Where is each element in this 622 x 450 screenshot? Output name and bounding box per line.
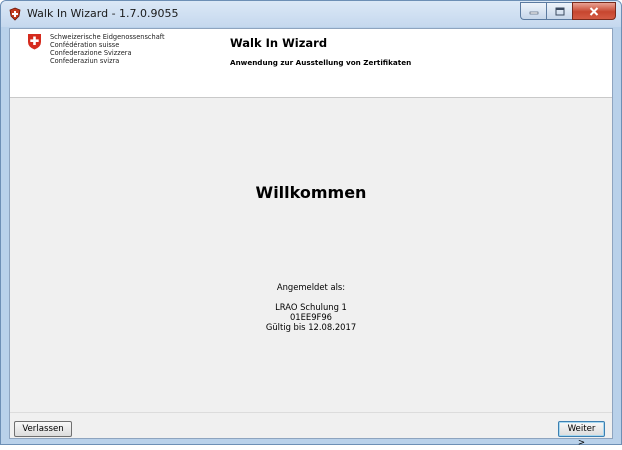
confederation-line-it: Confederazione Svizzera: [50, 49, 132, 57]
confederation-line-rm: Confederaziun svizra: [50, 57, 120, 65]
maximize-icon: [555, 7, 564, 15]
app-title: Walk In Wizard: [230, 36, 328, 50]
wizard-header: Schweizerische Eidgenossenschaft Confédé…: [10, 29, 612, 98]
footer-divider: [10, 412, 612, 413]
user-name: LRAO Schulung 1: [275, 302, 347, 312]
minimize-icon: [529, 11, 538, 15]
valid-until: Gültig bis 12.08.2017: [265, 322, 357, 332]
title-bar[interactable]: Walk In Wizard - 1.7.0.9055: [1, 1, 621, 27]
user-id: 01EE9F96: [289, 312, 333, 322]
minimize-button[interactable]: [520, 2, 546, 20]
confederation-line-fr: Confédération suisse: [50, 41, 120, 49]
window-controls: [520, 2, 616, 20]
confederation-line-de: Schweizerische Eidgenossenschaft: [50, 33, 165, 41]
window-title: Walk In Wizard - 1.7.0.9055: [27, 7, 179, 20]
next-button[interactable]: Weiter >: [558, 421, 605, 448]
swiss-flag-icon: [28, 34, 41, 50]
wizard-client-area: Schweizerische Eidgenossenschaft Confédé…: [9, 28, 613, 448]
app-window: Walk In Wizard - 1.7.0.9055 Schweizerisc…: [0, 0, 622, 448]
app-subtitle: Anwendung zur Ausstellung von Zertifikat…: [230, 58, 412, 67]
welcome-heading: Willkommen: [255, 183, 367, 202]
confederation-text: Schweizerische Eidgenossenschaft Confédé…: [50, 33, 165, 65]
app-shield-icon: [9, 7, 21, 21]
quit-button[interactable]: Verlassen: [14, 421, 72, 437]
close-icon: [589, 6, 599, 16]
close-button[interactable]: [572, 2, 616, 20]
logged-in-label: Angemeldet als:: [276, 282, 346, 292]
maximize-button[interactable]: [546, 2, 572, 20]
login-info: Angemeldet als: LRAO Schulung 1 01EE9F96…: [10, 282, 612, 332]
